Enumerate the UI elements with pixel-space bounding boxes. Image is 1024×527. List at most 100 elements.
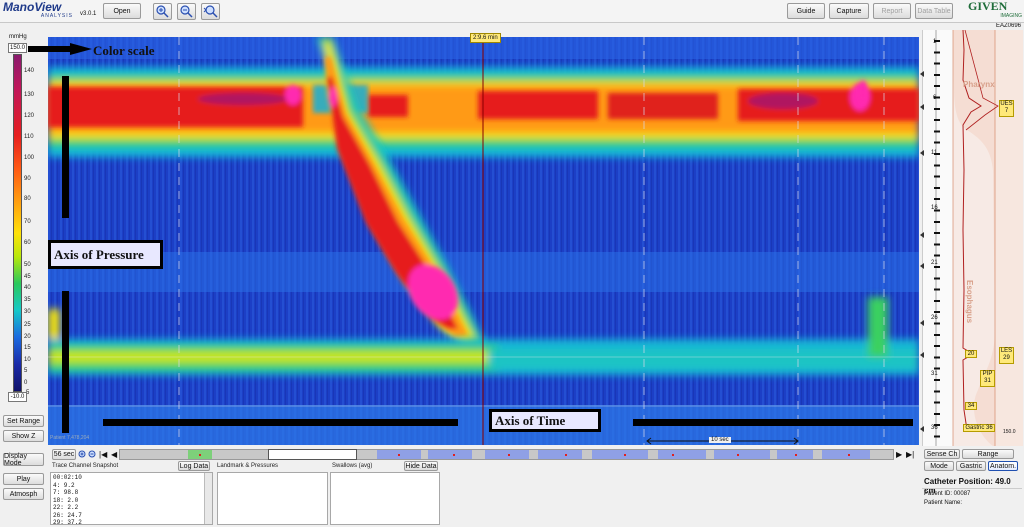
channel-pointer-icon[interactable]: [920, 426, 924, 432]
version-label: v3.0.1: [80, 11, 97, 17]
swallow-marker: [508, 454, 510, 456]
channel-label: 6: [933, 95, 937, 101]
ues-marker[interactable]: UES 7: [999, 100, 1014, 117]
anatomy-divider: [922, 488, 1022, 489]
anatom-button[interactable]: Anatom.: [988, 461, 1018, 471]
trace-line: 4: 9.2: [53, 481, 75, 489]
hide-data-button[interactable]: Hide Data: [404, 461, 438, 471]
range-button[interactable]: Range: [962, 449, 1014, 459]
skip-start-icon[interactable]: |◀: [99, 450, 107, 459]
channel-pointer-icon[interactable]: [920, 150, 924, 156]
channel-pointer-icon[interactable]: [920, 104, 924, 110]
swallows-panel[interactable]: [330, 472, 440, 525]
skip-end-icon[interactable]: ▶|: [906, 450, 914, 459]
color-scale-annotation: Color scale: [93, 43, 155, 58]
channel-pointer-icon[interactable]: [920, 320, 924, 326]
timeline-zoom-in-icon[interactable]: [78, 450, 87, 459]
trace-line: 00:02:10: [53, 474, 82, 481]
swallow-marker: [453, 454, 455, 456]
swallow-segment[interactable]: [822, 450, 870, 459]
scale-tick: 70: [24, 219, 31, 225]
swallow-segment[interactable]: [538, 450, 582, 459]
ues-value: 7: [1004, 108, 1009, 114]
set-range-button[interactable]: Set Range: [3, 415, 44, 427]
step-back-icon[interactable]: ◀: [111, 450, 117, 459]
swallow-marker: [848, 454, 850, 456]
les-marker[interactable]: LES 29: [999, 347, 1014, 364]
channel-label: 11: [931, 150, 938, 156]
scale-tick: 80: [24, 196, 31, 202]
swallow-segment[interactable]: [658, 450, 706, 459]
swallow-segment[interactable]: [485, 450, 529, 459]
patient-id: Patient ID: 00087: [924, 491, 971, 497]
zoom-out-button[interactable]: [177, 3, 196, 20]
swallow-marker: [398, 454, 400, 456]
report-button[interactable]: Report: [873, 3, 911, 19]
window-size-button[interactable]: 56 sec: [52, 449, 76, 460]
trace-channel-list[interactable]: 00:02:10 4: 9.2 7: 98.8 18: 2.0 22: 2.2 …: [50, 472, 213, 526]
zoom-in-button[interactable]: [153, 3, 172, 20]
axis-of-time-label: Axis of Time: [489, 409, 601, 432]
pressure-topography-plot[interactable]: Patient 7,478,204: [48, 37, 919, 445]
arrow-right-icon: [28, 43, 92, 55]
topography-graphic: [48, 37, 919, 445]
swallow-marker: [672, 454, 674, 456]
show-z-button[interactable]: Show Z: [3, 430, 44, 442]
zoom-reset-button[interactable]: [201, 3, 220, 20]
sense-ch-button[interactable]: Sense Ch: [924, 449, 960, 459]
trace-line: 7: 98.8: [53, 489, 79, 496]
data-table-button[interactable]: Data Table: [915, 3, 953, 19]
swallows-panel-title: Swallows (avg): [332, 463, 373, 469]
swallow-segment[interactable]: [428, 450, 472, 459]
scale-tick: 140: [24, 68, 35, 74]
landmark-panel[interactable]: [217, 472, 328, 525]
trace-line: 18: 2.0: [53, 496, 79, 504]
guide-button[interactable]: Guide: [787, 3, 825, 19]
ues-label: UES: [1000, 101, 1013, 107]
channel-pointer-icon[interactable]: [920, 232, 924, 238]
capture-button[interactable]: Capture: [829, 3, 869, 19]
brand-subtext: IMAGING: [1000, 13, 1022, 19]
les-value: 29: [1003, 355, 1010, 361]
swallow-marker: [624, 454, 626, 456]
scale-tick: 130: [24, 92, 35, 98]
atmosph-button[interactable]: Atmosph: [3, 488, 44, 500]
gastric-marker[interactable]: Gastric 36: [963, 424, 995, 432]
marker-20[interactable]: 20: [965, 350, 977, 358]
marker-34[interactable]: 34: [965, 402, 977, 410]
les-label: LES: [1000, 348, 1013, 354]
esophagus-label: Esophagus: [965, 280, 974, 324]
timeline-viewport[interactable]: [268, 449, 357, 460]
color-scale-max[interactable]: 150.0: [8, 43, 27, 53]
timeline-zoom-out-icon[interactable]: [88, 450, 97, 459]
scale-tick: 0: [24, 380, 28, 386]
scale-tick: 110: [24, 134, 34, 140]
swallow-segment[interactable]: [592, 450, 648, 459]
color-scale-arrow: [28, 43, 92, 55]
channel-pointer-icon[interactable]: [920, 71, 924, 77]
mode-button[interactable]: Mode: [924, 461, 954, 471]
color-scale-min[interactable]: -10.0: [8, 392, 27, 402]
scale-tick: 90: [24, 176, 31, 182]
trace-line: 22: 2.2: [53, 504, 79, 511]
log-data-button[interactable]: Log Data: [178, 461, 210, 471]
color-scale-unit: mmHg: [9, 34, 27, 40]
pip-marker[interactable]: PIP 31: [980, 370, 995, 387]
play-button[interactable]: Play: [3, 473, 44, 485]
step-forward-icon[interactable]: ▶: [896, 450, 902, 459]
channel-label: 1: [933, 39, 937, 45]
swallow-marker: [795, 454, 797, 456]
channel-pointer-icon[interactable]: [920, 352, 924, 358]
anatomy-panel: 1 6 11 16 21 26 31 36 Pharynx Esophagus …: [922, 30, 1023, 446]
display-mode-button[interactable]: Display Mode: [3, 453, 44, 467]
swallow-segment[interactable]: [714, 450, 770, 459]
patient-name: Patient Name:: [924, 500, 963, 506]
pharynx-label: Pharynx: [963, 80, 995, 89]
pressure-axis-bar-top: [62, 76, 69, 218]
trace-scrollbar[interactable]: [204, 473, 212, 524]
open-button[interactable]: Open: [103, 3, 141, 19]
time-cursor-label[interactable]: 2:9.6 min: [470, 33, 501, 43]
gastric-button[interactable]: Gastric: [956, 461, 986, 471]
channel-pointer-icon[interactable]: [920, 263, 924, 269]
zoom-in-icon: [156, 5, 169, 18]
